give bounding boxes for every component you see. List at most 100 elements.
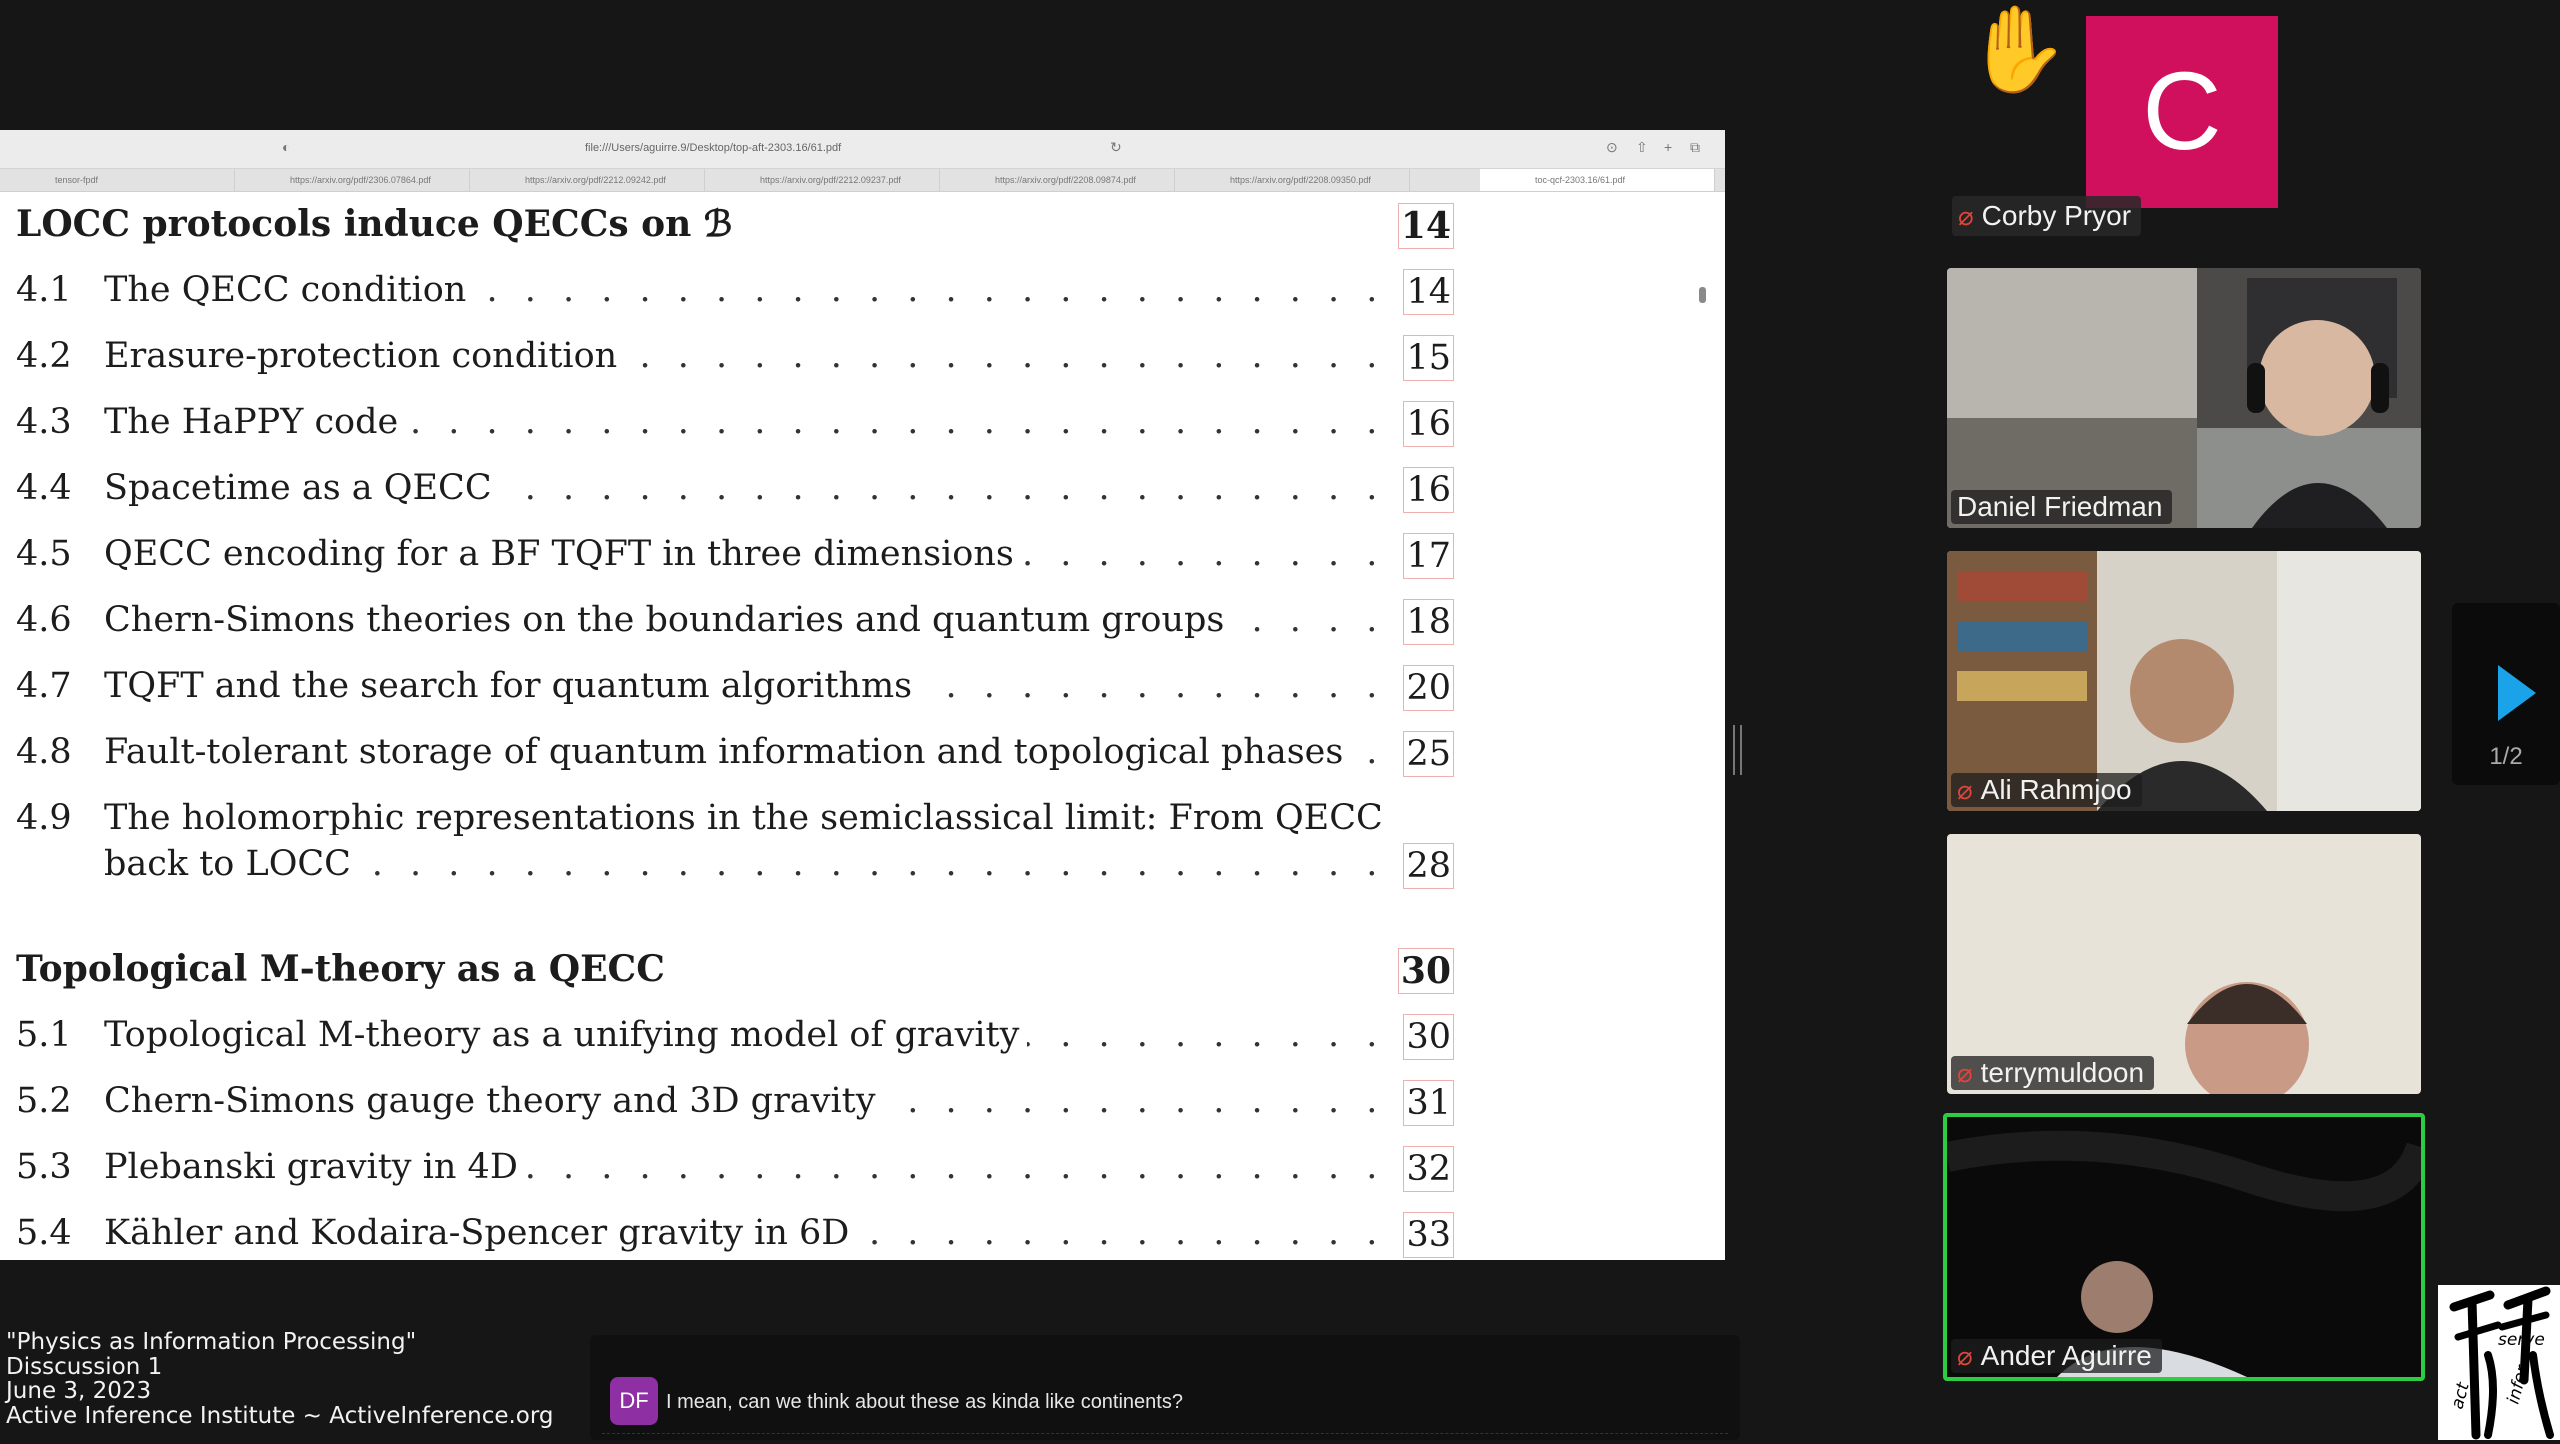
toc-section-heading[interactable]: Topological M-theory as a QECC 30 bbox=[16, 940, 1458, 998]
toc-page-link[interactable]: 31 bbox=[1403, 1080, 1454, 1126]
toc-entry-continued[interactable]: . . . . . . . . . . . . . . . . . . . . … bbox=[16, 835, 1458, 893]
toc-entry[interactable]: 5.4 . . . . . . . . . . . . . . . . . . … bbox=[16, 1204, 1458, 1260]
toc-page-link[interactable]: 32 bbox=[1403, 1146, 1454, 1192]
toc-page-link[interactable]: 16 bbox=[1403, 401, 1454, 447]
toc-entry-title: back to LOCC bbox=[104, 835, 359, 893]
toc-entry[interactable]: 4.7 . . . . . . . . . . . . . . . . . . … bbox=[16, 657, 1458, 715]
participant-video-tile[interactable]: ⌀ Ali Rahmjoo bbox=[1947, 551, 2421, 811]
toc-page-link[interactable]: 17 bbox=[1403, 533, 1454, 579]
toc-entry[interactable]: 4.2 . . . . . . . . . . . . . . . . . . … bbox=[16, 327, 1458, 385]
toc-entry[interactable]: 5.3 . . . . . . . . . . . . . . . . . . … bbox=[16, 1138, 1458, 1196]
toc-entry-number: 4.7 bbox=[16, 666, 72, 706]
participant-name-label: ⌀ terrymuldoon bbox=[1951, 1056, 2155, 1090]
toc-entry-number: 4.2 bbox=[16, 336, 72, 376]
toc-page-link[interactable]: 15 bbox=[1403, 335, 1454, 381]
toc-entry-title: Topological M-theory as a unifying model… bbox=[104, 1006, 1028, 1064]
toc-entry-title: Erasure-protection condition bbox=[104, 327, 626, 385]
toc-heading-title: LOCC protocols induce QECCs on ℬ bbox=[16, 203, 733, 245]
toc-entry-title: Chern-Simons theories on the boundaries … bbox=[104, 591, 1233, 649]
pdf-scrollbar[interactable] bbox=[1699, 287, 1706, 303]
toc-entry-title: QECC encoding for a BF TQFT in three dim… bbox=[104, 525, 1022, 583]
toc-page-link[interactable]: 30 bbox=[1403, 1014, 1454, 1060]
caption-org: Active Inference Institute ~ ActiveInfer… bbox=[6, 1402, 554, 1429]
toc-entry-number: 5.3 bbox=[16, 1147, 72, 1187]
participant-video-tile[interactable]: ⌀ terrymuldoon bbox=[1947, 834, 2421, 1094]
caption-date: June 3, 2023 bbox=[6, 1378, 152, 1404]
toc-page-link[interactable]: 25 bbox=[1403, 731, 1454, 777]
browser-tabs: tensor-fpdf https://arxiv.org/pdf/2306.0… bbox=[0, 169, 1725, 192]
toc-entry-number: 4.4 bbox=[16, 468, 72, 508]
participant-name-label: ⌀ Ander Aguirre bbox=[1951, 1339, 2162, 1373]
toc-entry-title: Fault-tolerant storage of quantum inform… bbox=[104, 723, 1352, 781]
tab-overview-icon[interactable]: ⧉ bbox=[1690, 139, 1700, 156]
toc-page-link[interactable]: 30 bbox=[1397, 948, 1454, 994]
toc-entry[interactable]: 4.8 . . . . . . . . . . . . . . . . . . … bbox=[16, 723, 1458, 781]
video-feed bbox=[1947, 1117, 2421, 1377]
participant-name-label: ⌀ Corby Pryor bbox=[1952, 196, 2142, 236]
browser-tab[interactable]: https://arxiv.org/pdf/2212.09242.pdf bbox=[470, 169, 705, 191]
toc-entry[interactable]: 5.2 . . . . . . . . . . . . . . . . . . … bbox=[16, 1072, 1458, 1130]
participant-name-label: ⌀ Ali Rahmjoo bbox=[1951, 773, 2142, 807]
toc-entry-number: 4.6 bbox=[16, 600, 72, 640]
address-bar[interactable]: file:///Users/aguirre.9/Desktop/top-aft-… bbox=[585, 142, 841, 154]
toc-entry-title: TQFT and the search for quantum algorith… bbox=[104, 657, 921, 715]
browser-tab[interactable]: https://arxiv.org/pdf/2208.09874.pdf bbox=[940, 169, 1175, 191]
toc-section-heading[interactable]: LOCC protocols induce QECCs on ℬ 14 bbox=[16, 195, 1458, 253]
browser-toolbar: ◐ file:///Users/aguirre.9/Desktop/top-af… bbox=[0, 130, 1725, 169]
toc-page-link[interactable]: 33 bbox=[1403, 1212, 1454, 1258]
shared-screen: ◐ file:///Users/aguirre.9/Desktop/top-af… bbox=[0, 130, 1725, 1260]
toc-page-link[interactable]: 28 bbox=[1403, 843, 1454, 889]
participant-video-tile-active-speaker[interactable]: ⌀ Ander Aguirre bbox=[1943, 1113, 2425, 1381]
toc-entry-title: The QECC condition bbox=[104, 261, 475, 319]
toc-entry-title: The HaPPY code bbox=[104, 393, 407, 451]
sidebar-icon[interactable]: ◐ bbox=[282, 139, 290, 155]
splitter-handle[interactable] bbox=[1733, 725, 1742, 775]
toc-entry-number: 4.5 bbox=[16, 534, 72, 574]
share-icon[interactable]: ⇧ bbox=[1636, 139, 1648, 156]
chat-avatar: DF bbox=[610, 1377, 658, 1425]
participant-video-tile[interactable]: Daniel Friedman bbox=[1947, 268, 2421, 528]
toc-heading-title: Topological M-theory as a QECC bbox=[16, 948, 665, 990]
toc-entry[interactable]: 4.6 . . . . . . . . . . . . . . . . . . … bbox=[16, 591, 1458, 649]
mic-muted-icon: ⌀ bbox=[1957, 1058, 1973, 1088]
toc-page-link[interactable]: 18 bbox=[1403, 599, 1454, 645]
browser-tab[interactable]: https://arxiv.org/pdf/2306.07864.pdf bbox=[235, 169, 470, 191]
toc-entry-number: 4.1 bbox=[16, 270, 72, 310]
video-feed bbox=[1947, 268, 2421, 528]
new-tab-icon[interactable]: + bbox=[1664, 139, 1672, 155]
toc-entry-number: 4.3 bbox=[16, 402, 72, 442]
play-arrow-icon bbox=[2498, 665, 2536, 721]
browser-tab[interactable]: https://arxiv.org/pdf/2208.09350.pdf bbox=[1175, 169, 1410, 191]
pdf-page: LOCC protocols induce QECCs on ℬ 14 4.1 … bbox=[0, 192, 1710, 1260]
chat-message: I mean, can we think about these as kind… bbox=[666, 1391, 1183, 1413]
toc-entry-number: 5.4 bbox=[16, 1213, 72, 1253]
toc-entry[interactable]: 4.3 . . . . . . . . . . . . . . . . . . … bbox=[16, 393, 1458, 451]
browser-tab[interactable]: tensor-fpdf bbox=[0, 169, 235, 191]
browser-tab[interactable]: https://arxiv.org/pdf/2212.09237.pdf bbox=[705, 169, 940, 191]
video-feed bbox=[1947, 551, 2421, 811]
caption-title: "Physics as Information Processing" bbox=[6, 1329, 417, 1355]
toc-entry[interactable]: 5.1 . . . . . . . . . . . . . . . . . . … bbox=[16, 1006, 1458, 1064]
toc-entry[interactable]: 4.5 . . . . . . . . . . . . . . . . . . … bbox=[16, 525, 1458, 583]
reload-icon[interactable]: ↻ bbox=[1110, 139, 1122, 156]
toc-entry-title: Plebanski gravity in 4D bbox=[104, 1138, 526, 1196]
svg-text:serve: serve bbox=[2498, 1330, 2545, 1350]
svg-text:infer: infer bbox=[2504, 1363, 2534, 1407]
download-icon[interactable]: ⊙ bbox=[1606, 139, 1618, 156]
toc-entry[interactable]: 4.1 . . . . . . . . . . . . . . . . . . … bbox=[16, 261, 1458, 319]
mic-muted-icon: ⌀ bbox=[1957, 1341, 1973, 1371]
mic-muted-icon: ⌀ bbox=[1957, 775, 1973, 805]
toc-entry-title: Spacetime as a QECC bbox=[104, 459, 500, 517]
raised-hand-icon: ✋ bbox=[1965, 0, 2070, 98]
toc-page-link[interactable]: 14 bbox=[1397, 203, 1454, 249]
next-participants-page-button[interactable]: 1/2 bbox=[2452, 603, 2560, 785]
active-inference-logo: serve act infer bbox=[2438, 1285, 2560, 1440]
stream-caption: "Physics as Information Processing" Diss… bbox=[6, 1330, 554, 1428]
toc-entry[interactable]: 4.4 . . . . . . . . . . . . . . . . . . … bbox=[16, 459, 1458, 517]
toc-page-link[interactable]: 16 bbox=[1403, 467, 1454, 513]
caption-subtitle: Disscussion 1 bbox=[6, 1353, 163, 1380]
browser-tab-active[interactable]: toc-qcf-2303.16/61.pdf bbox=[1480, 169, 1715, 191]
avatar: C bbox=[2086, 16, 2278, 208]
toc-page-link[interactable]: 20 bbox=[1403, 665, 1454, 711]
toc-page-link[interactable]: 14 bbox=[1403, 269, 1454, 315]
